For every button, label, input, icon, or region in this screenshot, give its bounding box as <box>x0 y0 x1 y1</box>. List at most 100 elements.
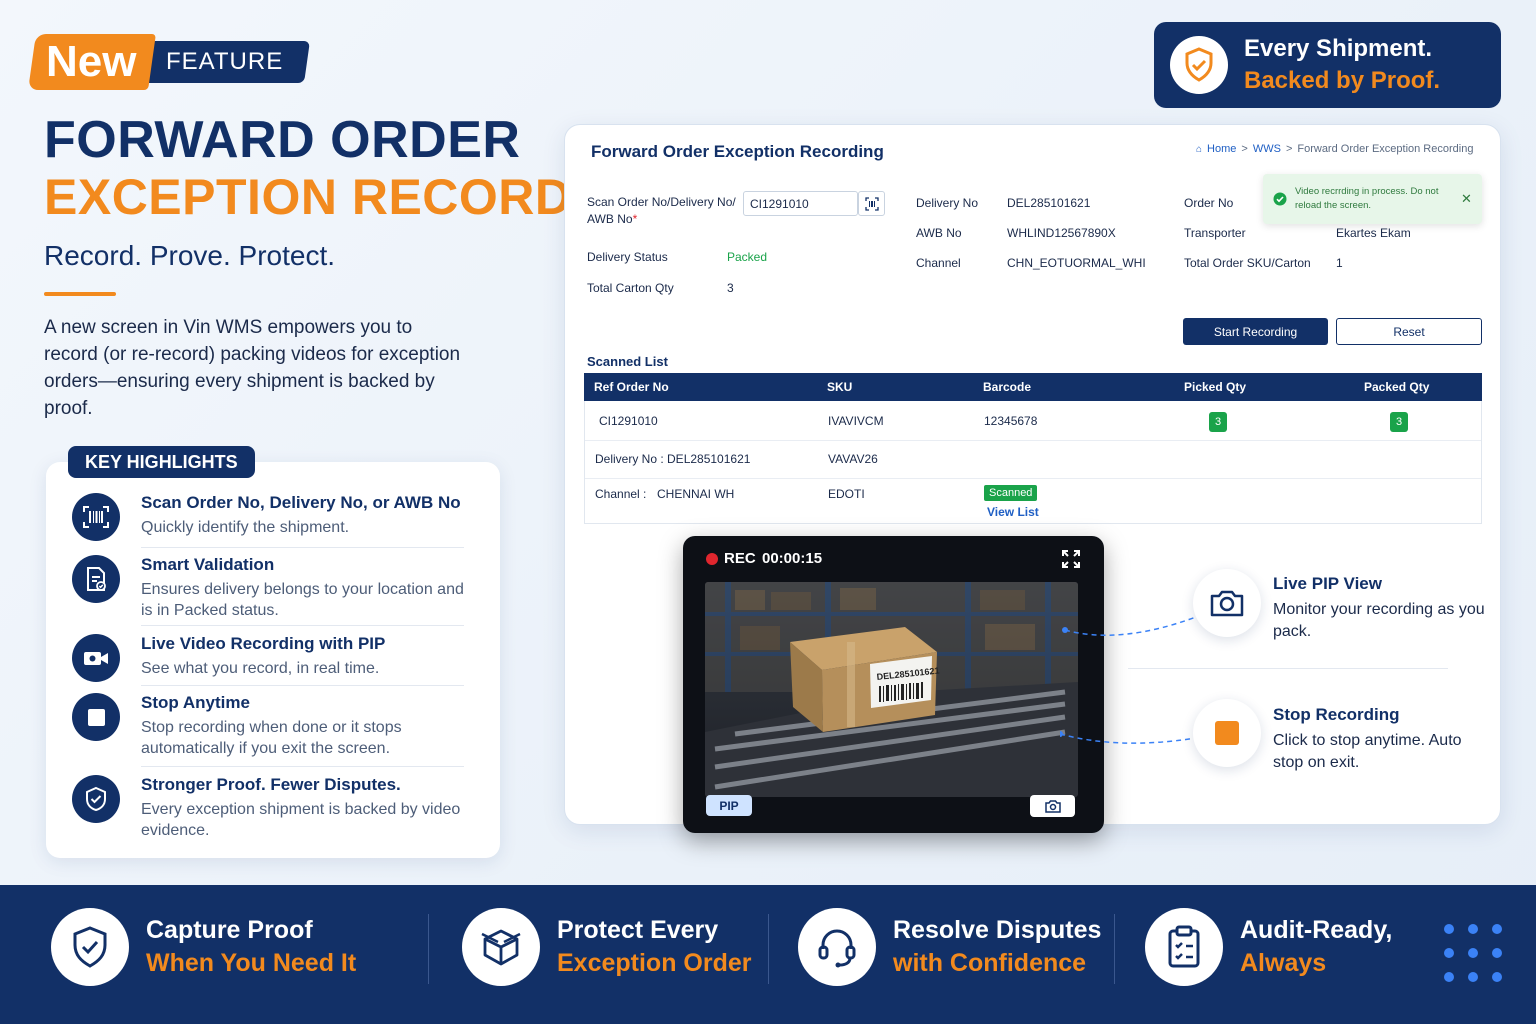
highlight-divider <box>141 547 464 548</box>
delivery-no-label: Delivery No <box>916 196 979 210</box>
callout-sub: Monitor your recording as you pack. <box>1273 601 1485 640</box>
callout-title: Stop Recording <box>1273 705 1400 724</box>
column-header: SKU <box>827 380 853 394</box>
benefit-line2: with Confidence <box>893 949 1087 977</box>
highlight-item: Stop Anytime Stop recording when done or… <box>72 693 464 759</box>
highlight-item: Smart Validation Ensures delivery belong… <box>72 555 464 621</box>
headset-icon <box>798 908 876 986</box>
callout-connectors <box>1060 616 1197 744</box>
delivery-no-value: DEL285101621 <box>1007 196 1091 210</box>
record-dot-icon <box>706 553 718 565</box>
transporter-label: Transporter <box>1184 226 1246 240</box>
home-icon[interactable]: ⌂ <box>1196 144 1202 155</box>
table-header: Ref Order No SKU Barcode Picked Qty Pack… <box>584 373 1482 401</box>
picked-qty-badge: 3 <box>1209 412 1227 432</box>
highlight-title: Stop Anytime <box>141 693 250 712</box>
scan-barcode-button[interactable] <box>858 191 885 216</box>
callout-stop: Stop Recording Click to stop anytime. Au… <box>1273 705 1488 774</box>
highlight-divider <box>141 625 464 626</box>
breadcrumb-separator: > <box>1285 143 1293 155</box>
highlight-sub: See what you record, in real time. <box>141 660 380 677</box>
highlight-item: Scan Order No, Delivery No, or AWB No Qu… <box>72 493 464 541</box>
view-list-link[interactable]: View List <box>987 505 1039 519</box>
benefit-line1: Protect Every <box>557 916 719 944</box>
camera-icon <box>1193 569 1261 637</box>
breadcrumb-home[interactable]: Home <box>1207 143 1236 155</box>
cell-ref: CI1291010 <box>599 414 658 428</box>
benefit-line1: Audit-Ready, <box>1240 916 1393 944</box>
check-circle-icon <box>1273 192 1287 206</box>
proof-line2: Backed by Proof. <box>1244 67 1441 94</box>
highlight-title: Scan Order No, Delivery No, or AWB No <box>141 493 461 512</box>
snapshot-button[interactable] <box>1030 795 1075 817</box>
video-preview: DEL285101621 <box>705 582 1078 797</box>
barcode-scan-icon <box>72 493 120 541</box>
total-carton-value: 3 <box>727 281 734 295</box>
total-sku-label: Total Order SKU/Carton <box>1184 256 1311 270</box>
band-divider <box>428 914 429 984</box>
callout-title: Live PIP View <box>1273 574 1382 593</box>
breadcrumb: ⌂ Home > WWS > Forward Order Exception R… <box>1196 143 1473 155</box>
column-header: Barcode <box>983 380 1032 394</box>
pip-toggle[interactable]: PIP <box>706 795 752 816</box>
rec-label: REC <box>724 550 756 567</box>
camera-icon <box>1044 799 1061 813</box>
recording-toast: Video recrrding in process. Do not reloa… <box>1263 174 1482 224</box>
cell-ref: Delivery No : DEL285101621 <box>595 452 751 466</box>
highlight-sub: Quickly identify the shipment. <box>141 519 350 536</box>
benefit-line2: When You Need It <box>146 949 357 977</box>
total-sku-value: 1 <box>1336 256 1343 270</box>
channel-value: CHN_EOTUORMAL_WHI <box>1007 256 1146 270</box>
new-feature-badge: New FEATURE <box>28 34 311 90</box>
row-divider <box>585 440 1481 441</box>
status-badge: Scanned <box>984 485 1038 501</box>
cell-sku: IVAVIVCM <box>828 414 884 428</box>
key-highlights-label: KEY HIGHLIGHTS <box>68 446 255 478</box>
start-recording-button[interactable]: Start Recording <box>1183 318 1328 345</box>
cell-barcode: 12345678 <box>984 414 1038 428</box>
reset-button[interactable]: Reset <box>1336 318 1482 345</box>
delivery-status-label: Delivery Status <box>587 250 668 264</box>
highlight-item: Live Video Recording with PIP See what y… <box>72 634 464 682</box>
hero-title-line1: FORWARD ORDER <box>44 111 521 169</box>
document-check-icon <box>72 555 120 603</box>
scan-icon <box>864 196 879 211</box>
shield-check-icon <box>72 775 120 823</box>
package-icon <box>462 908 540 986</box>
column-header: Packed Qty <box>1364 380 1430 394</box>
channel-label: Channel <box>916 256 961 270</box>
highlight-divider <box>141 685 464 686</box>
callout-divider <box>1128 668 1448 669</box>
cell-channel-label: Channel : <box>595 487 647 501</box>
awb-label: AWB No <box>916 226 962 240</box>
benefit-item: Audit-Ready, Always <box>1145 908 1392 986</box>
benefit-line2: Exception Order <box>557 949 752 977</box>
toast-message: Video recrrding in process. Do not reloa… <box>1295 186 1439 211</box>
breadcrumb-wms[interactable]: WWS <box>1253 143 1281 155</box>
stop-icon <box>72 693 120 741</box>
highlight-title: Smart Validation <box>141 555 275 574</box>
feature-label: FEATURE <box>143 41 311 83</box>
highlight-item: Stronger Proof. Fewer Disputes. Every ex… <box>72 775 464 841</box>
shield-check-icon <box>1170 36 1228 94</box>
benefit-line1: Capture Proof <box>146 916 313 944</box>
shield-check-icon <box>51 908 129 986</box>
proof-badge: Every Shipment. Backed by Proof. <box>1154 22 1501 108</box>
video-camera-icon <box>72 634 120 682</box>
recording-timer: 00:00:15 <box>762 550 823 567</box>
scan-input[interactable] <box>743 191 858 216</box>
highlight-title: Live Video Recording with PIP <box>141 634 386 653</box>
screen-title: Forward Order Exception Recording <box>591 142 884 161</box>
scanned-table: CI1291010 IVAVIVCM 12345678 3 3 Delivery… <box>584 401 1482 524</box>
close-icon[interactable]: ✕ <box>1461 191 1472 207</box>
transporter-value: Ekartes Ekam <box>1336 226 1411 240</box>
proof-line1: Every Shipment. <box>1244 35 1433 62</box>
hero-tagline: Record. Prove. Protect. <box>44 240 336 271</box>
highlight-sub: Every exception shipment is backed by vi… <box>141 801 461 839</box>
callout-sub: Click to stop anytime. Auto stop on exit… <box>1273 732 1462 771</box>
column-header: Picked Qty <box>1184 380 1247 394</box>
new-label: New <box>28 34 157 90</box>
scanned-list-label: Scanned List <box>587 354 668 369</box>
band-divider <box>768 914 769 984</box>
fullscreen-icon[interactable] <box>1062 550 1080 568</box>
